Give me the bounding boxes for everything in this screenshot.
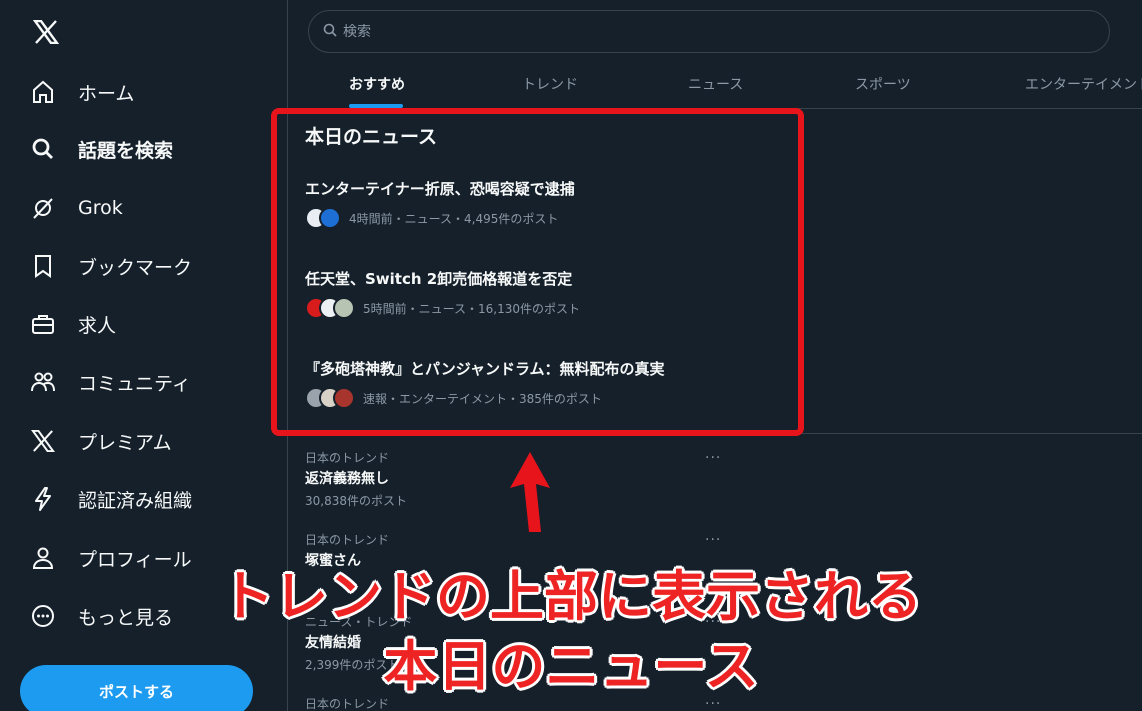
trend-more-button[interactable]: ··· <box>705 532 721 548</box>
sidebar-item-verified-orgs[interactable]: 認証済み組織 <box>28 477 268 521</box>
tab-trending[interactable]: トレンド <box>522 62 578 106</box>
sidebar-item-premium[interactable]: プレミアム <box>28 419 268 463</box>
tab-for-you[interactable]: おすすめ <box>349 62 405 106</box>
sidebar-item-label: ブックマーク <box>78 256 193 279</box>
bookmark-icon <box>28 251 58 281</box>
sidebar-item-home[interactable]: ホーム <box>28 70 268 114</box>
tab-news[interactable]: ニュース <box>688 62 743 106</box>
trend-more-button[interactable]: ··· <box>705 450 721 466</box>
annotation-caption-line1: トレンドの上部に表示される <box>220 565 922 628</box>
sidebar-item-explore[interactable]: 話題を検索 <box>28 127 268 171</box>
tab-entertainment[interactable]: エンターテイメント <box>1025 62 1142 106</box>
sidebar-item-label: 認証済み組織 <box>78 489 193 512</box>
sidebar-item-grok[interactable]: Grok <box>28 186 268 230</box>
search-input[interactable] <box>343 23 1043 40</box>
grok-icon <box>28 193 58 223</box>
sidebar-item-jobs[interactable]: 求人 <box>28 302 268 346</box>
highlight-box <box>271 108 804 436</box>
x-logo-icon[interactable] <box>28 14 64 50</box>
search-icon <box>323 22 337 41</box>
search-icon <box>28 134 58 164</box>
search-bar[interactable] <box>308 10 1110 53</box>
x-premium-icon <box>28 426 58 456</box>
sidebar-item-label: 求人 <box>78 314 117 337</box>
briefcase-icon <box>28 309 58 339</box>
sidebar-item-label: 話題を検索 <box>78 139 174 162</box>
communities-icon <box>28 367 58 397</box>
tab-sports[interactable]: スポーツ <box>855 62 911 106</box>
sidebar-item-bookmarks[interactable]: ブックマーク <box>28 244 268 288</box>
sidebar-item-label: コミュニティ <box>78 372 191 395</box>
sidebar-item-label: ホーム <box>78 82 135 105</box>
sidebar-item-communities[interactable]: コミュニティ <box>28 360 268 404</box>
sidebar-item-label: プレミアム <box>78 431 172 454</box>
sidebar-item-label: Grok <box>78 197 123 219</box>
home-icon <box>28 77 58 107</box>
lightning-icon <box>28 484 58 514</box>
arrow-up-icon <box>505 450 555 538</box>
annotation-caption-line2: 本日のニュース <box>383 635 759 698</box>
